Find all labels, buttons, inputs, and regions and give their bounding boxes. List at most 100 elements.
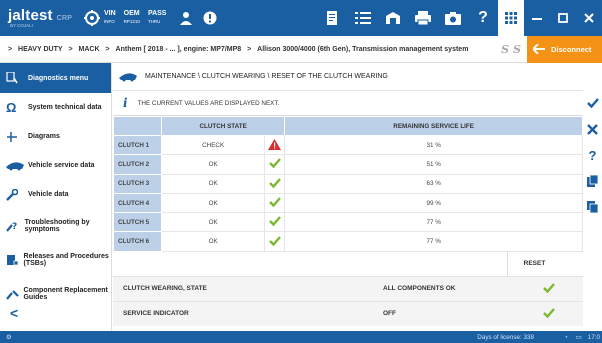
pass-thru-button[interactable]: PASS THRU: [148, 10, 167, 26]
clutch-state: OK: [160, 212, 266, 233]
info-message: i THE CURRENT VALUES ARE DISPLAYED NEXT.: [113, 91, 583, 116]
breadcrumb-sep: >: [68, 45, 73, 53]
workshop-icon[interactable]: [380, 6, 406, 30]
wrench-icon: [6, 188, 28, 201]
table-row: CLUTCH 4 OK 99 %: [113, 192, 583, 214]
sidebar-item-label: Troubleshooting by symptoms: [24, 219, 90, 233]
warning-icon: [264, 134, 286, 156]
app-logo: jaltest CRP BY COJALI: [0, 8, 80, 29]
summary-value: OFF: [383, 310, 396, 318]
sidebar-item-diagrams[interactable]: Diagrams: [0, 122, 111, 151]
sidebar-item-label: Diagnostics menu: [28, 74, 89, 82]
help-icon[interactable]: ?: [470, 6, 496, 30]
svg-text:?: ?: [12, 222, 17, 232]
report-icon[interactable]: [320, 6, 346, 30]
wifi-icon: ◔: [563, 333, 568, 341]
right-toolbar: ?: [583, 90, 602, 331]
breadcrumb-item[interactable]: HEAVY DUTY: [18, 46, 62, 53]
check-icon: [264, 212, 286, 233]
sidebar-item-troubleshooting[interactable]: ? Troubleshooting by symptoms: [0, 209, 111, 243]
truck-icon: [119, 72, 137, 81]
document-icon[interactable]: [587, 168, 598, 194]
maximize-icon[interactable]: [550, 0, 576, 36]
breadcrumb: > HEAVY DUTY > MACK > Anthem [ 2018 - ..…: [0, 46, 501, 53]
clutch-label: CLUTCH 4: [113, 192, 162, 214]
brand-sub: BY COJALI: [10, 22, 33, 28]
sidebar-item-releases-tsbs[interactable]: Releases and Procedures (TSBs): [0, 243, 111, 277]
collapse-sidebar-icon[interactable]: <: [10, 305, 18, 321]
disconnect-button[interactable]: Disconnect: [527, 35, 602, 63]
clutch-state: OK: [160, 192, 266, 214]
reset-row: RESET: [113, 251, 583, 276]
license-days: Days of license: 338: [477, 333, 534, 341]
copy-icon[interactable]: [587, 194, 598, 220]
breadcrumb-sep: >: [105, 45, 110, 53]
vin-info-button[interactable]: VIN INFO: [104, 10, 116, 26]
camera-icon[interactable]: [440, 6, 466, 30]
table-row: CLUTCH 5 OK 77 %: [113, 212, 583, 233]
info-text: THE CURRENT VALUES ARE DISPLAYED NEXT.: [137, 99, 280, 107]
breadcrumb-item[interactable]: MACK: [79, 46, 100, 53]
summary-panel: CLUTCH WEARING, STATE ALL COMPONENTS OK …: [113, 275, 583, 326]
summary-label: CLUTCH WEARING, STATE: [123, 285, 207, 293]
arrow-left-icon: [533, 44, 545, 54]
cancel-icon[interactable]: [587, 116, 598, 142]
list-icon[interactable]: [350, 6, 376, 30]
table-header-row: CLUTCH STATE REMAINING SERVICE LIFE: [113, 116, 583, 136]
sidebar-item-vehicle-service-data[interactable]: Vehicle service data: [0, 151, 111, 180]
sidebar-item-system-technical-data[interactable]: Ω System technical data: [0, 93, 111, 122]
summary-label: SERVICE INDICATOR: [123, 310, 189, 318]
sidebar-item-label: Vehicle data: [28, 191, 69, 198]
page-title-text: MAINTENANCE \ CLUTCH WEARING \ RESET OF …: [145, 73, 388, 80]
check-icon: [543, 307, 583, 320]
summary-row: SERVICE INDICATOR OFF: [113, 300, 583, 326]
print-icon[interactable]: [410, 6, 436, 30]
table-row: CLUTCH 3 OK 63 %: [113, 173, 583, 194]
clutch-label: CLUTCH 2: [113, 154, 162, 175]
truck-icon: [6, 161, 28, 171]
clutch-life: 77 %: [284, 231, 583, 252]
clutch-life: 63 %: [284, 173, 583, 194]
close-icon[interactable]: [576, 0, 602, 36]
help-icon[interactable]: ?: [589, 142, 597, 168]
clutch-life: 31 %: [284, 134, 583, 156]
breadcrumb-item[interactable]: Anthem [ 2018 - ... ], engine: MP7/MP8: [116, 46, 242, 53]
table-row: CLUTCH 1 CHECK 31 %: [113, 134, 583, 156]
system-test-icon[interactable]: S: [501, 43, 509, 56]
table-header-state: CLUTCH STATE: [160, 116, 286, 136]
main-panel: MAINTENANCE \ CLUTCH WEARING \ RESET OF …: [113, 63, 583, 331]
summary-row: CLUTCH WEARING, STATE ALL COMPONENTS OK: [113, 275, 583, 301]
system-diag-icon[interactable]: S: [513, 43, 521, 56]
table-row: CLUTCH 6 OK 77 %: [113, 231, 583, 252]
accept-icon[interactable]: [586, 90, 599, 116]
sidebar-item-label: Diagrams: [28, 133, 60, 140]
check-icon: [264, 192, 286, 214]
troubleshoot-icon: ?: [6, 220, 25, 232]
top-bar: jaltest CRP BY COJALI VIN INFO OEM RP1210 P…: [0, 0, 602, 36]
clutch-life: 77 %: [284, 212, 583, 233]
sidebar-item-diagnostics[interactable]: Diagnostics menu: [0, 63, 111, 93]
settings-car-icon[interactable]: [80, 6, 104, 30]
breadcrumb-item[interactable]: Allison 3000/4000 (6th Gen), Transmissio…: [257, 46, 468, 53]
table-row: CLUTCH 2 OK 51 %: [113, 154, 583, 175]
clutch-state: OK: [160, 231, 266, 252]
clutch-label: CLUTCH 6: [113, 231, 162, 252]
brand-tag: CRP: [56, 14, 73, 22]
reset-button[interactable]: RESET: [507, 251, 561, 276]
clutch-label: CLUTCH 1: [113, 134, 162, 156]
disconnect-label: Disconnect: [551, 44, 592, 54]
user-icon[interactable]: [174, 6, 198, 30]
breadcrumb-sep: >: [8, 45, 13, 53]
alert-icon[interactable]: [198, 6, 222, 30]
apps-grid-icon[interactable]: [498, 0, 524, 36]
clutch-life: 99 %: [284, 192, 583, 214]
sidebar-item-label: Component Replacement Guides: [23, 287, 108, 301]
info-icon: i: [123, 96, 128, 110]
sidebar-item-vehicle-data[interactable]: Vehicle data: [0, 180, 111, 209]
breadcrumb-sep: >: [247, 45, 252, 53]
sidebar-item-label: System technical data: [28, 104, 102, 111]
oem-rp1210-button[interactable]: OEM RP1210: [124, 10, 140, 26]
omega-icon: Ω: [6, 100, 17, 115]
minimize-icon[interactable]: [524, 0, 550, 36]
diagram-icon: [6, 131, 28, 143]
